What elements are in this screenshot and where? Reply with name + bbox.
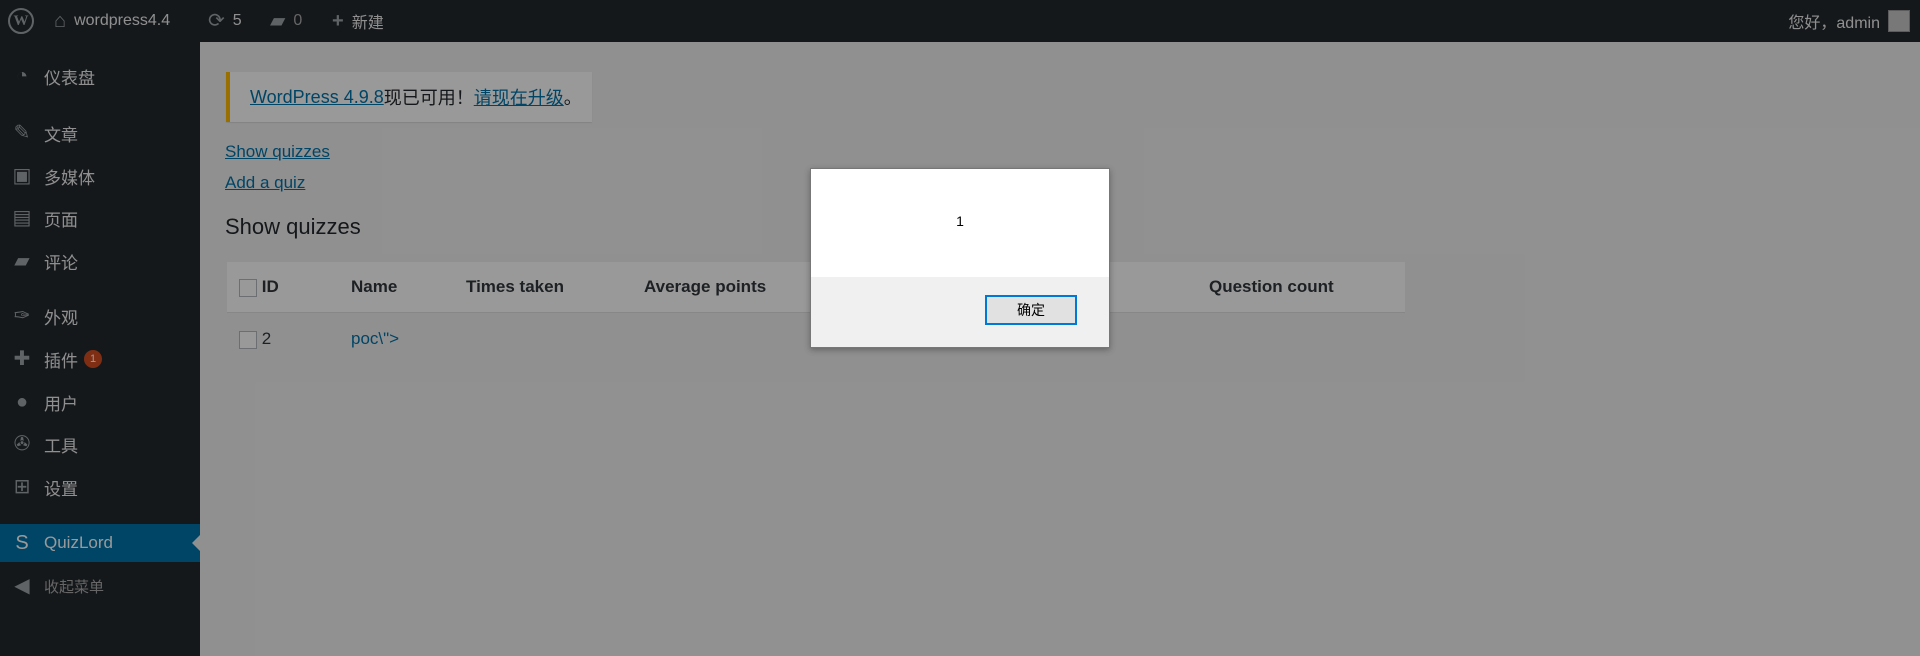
alert-message: 1 <box>956 213 964 229</box>
alert-dialog: 1 确定 <box>810 168 1110 348</box>
ok-button[interactable]: 确定 <box>985 295 1077 325</box>
dialog-footer: 确定 <box>811 277 1109 347</box>
